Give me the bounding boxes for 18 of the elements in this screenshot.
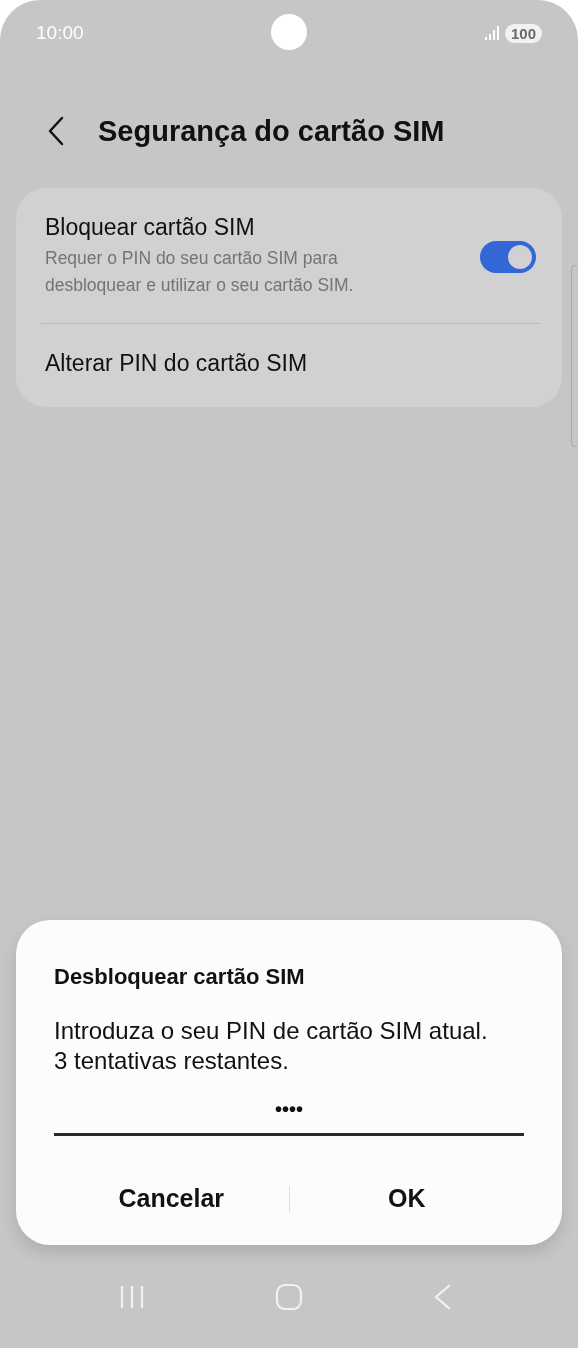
signal-icon (484, 26, 499, 40)
setting-description: Requer o PIN do seu cartão SIM para desbloquear e utilizar o seu cartão SIM. (45, 247, 355, 297)
pin-field[interactable]: •••• (54, 1098, 524, 1136)
setting-title[interactable]: Bloquear cartão SIM (45, 214, 435, 241)
setting-title[interactable]: Alterar PIN do cartão SIM (45, 350, 308, 377)
status-time: 10:00 (36, 22, 84, 44)
dialog-message: Introduza o seu PIN de cartão SIM atual. (54, 1016, 489, 1046)
camera-cutout (271, 14, 307, 50)
back-icon[interactable] (48, 116, 64, 146)
ok-button[interactable]: OK (289, 1170, 524, 1227)
battery-indicator: 100 (504, 23, 542, 43)
home-icon[interactable] (275, 1282, 303, 1311)
attempts-text: 3 tentativas restantes. (54, 1046, 290, 1076)
page-title: Segurança do cartão SIM (98, 114, 445, 148)
recents-icon[interactable] (119, 1283, 145, 1310)
dialog-title: Desbloquear cartão SIM (54, 964, 306, 990)
cancel-button[interactable]: Cancelar (54, 1170, 289, 1227)
toggle-switch[interactable] (480, 240, 536, 273)
